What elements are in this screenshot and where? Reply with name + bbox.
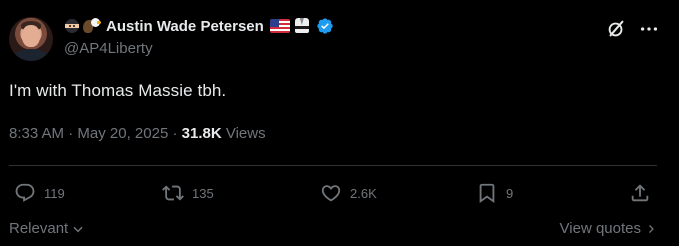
tweet-card: Austin Wade Petersen @AP4Liberty I'm wit…	[0, 0, 679, 246]
reply-icon	[15, 183, 35, 202]
verified-badge-icon[interactable]	[316, 17, 334, 35]
heart-icon	[321, 185, 341, 202]
author-header: Austin Wade Petersen	[64, 16, 334, 36]
bookmark-button[interactable]: 9	[476, 181, 513, 205]
share-icon	[631, 184, 649, 202]
meta-separator: ·	[68, 125, 74, 142]
ninja-emoji-icon	[64, 18, 80, 34]
views-count: 31.8K	[181, 125, 222, 142]
tweet-date[interactable]: May 20, 2025	[77, 125, 168, 142]
share-button[interactable]	[629, 181, 651, 205]
view-quotes-link[interactable]: View quotes	[560, 220, 657, 237]
avatar[interactable]	[9, 17, 53, 61]
sort-label: Relevant	[9, 220, 69, 237]
reply-button[interactable]: 119	[14, 181, 65, 205]
eagle-emoji-icon	[83, 17, 101, 35]
grok-icon[interactable]	[605, 18, 627, 40]
tweet-time[interactable]: 8:33 AM	[9, 125, 64, 142]
us-flag-icon	[269, 19, 290, 33]
author-name[interactable]: Austin Wade Petersen	[106, 18, 264, 35]
bookmark-count: 9	[506, 185, 514, 201]
more-options-icon[interactable]	[638, 18, 660, 40]
bookmark-icon	[479, 183, 495, 204]
tweet-text: I'm with Thomas Massie tbh.	[9, 81, 227, 100]
repost-icon	[162, 185, 184, 201]
like-button[interactable]: 2.6K	[320, 181, 377, 205]
repost-button[interactable]: 135	[162, 181, 214, 205]
divider	[9, 165, 657, 166]
like-count: 2.6K	[350, 185, 377, 201]
tweet-meta: 8:33 AM · May 20, 2025 · 31.8K Views	[9, 125, 266, 142]
view-quotes-label: View quotes	[559, 220, 641, 237]
views-label: Views	[225, 125, 266, 142]
martial-arts-uniform-icon	[293, 17, 311, 35]
repost-count: 135	[192, 185, 214, 201]
meta-separator: ·	[172, 125, 178, 142]
author-handle[interactable]: @AP4Liberty	[64, 40, 153, 57]
chevron-right-icon	[649, 224, 654, 233]
chevron-down-icon	[73, 226, 83, 232]
sort-replies-dropdown[interactable]: Relevant	[9, 220, 85, 237]
reply-count: 119	[44, 185, 65, 201]
